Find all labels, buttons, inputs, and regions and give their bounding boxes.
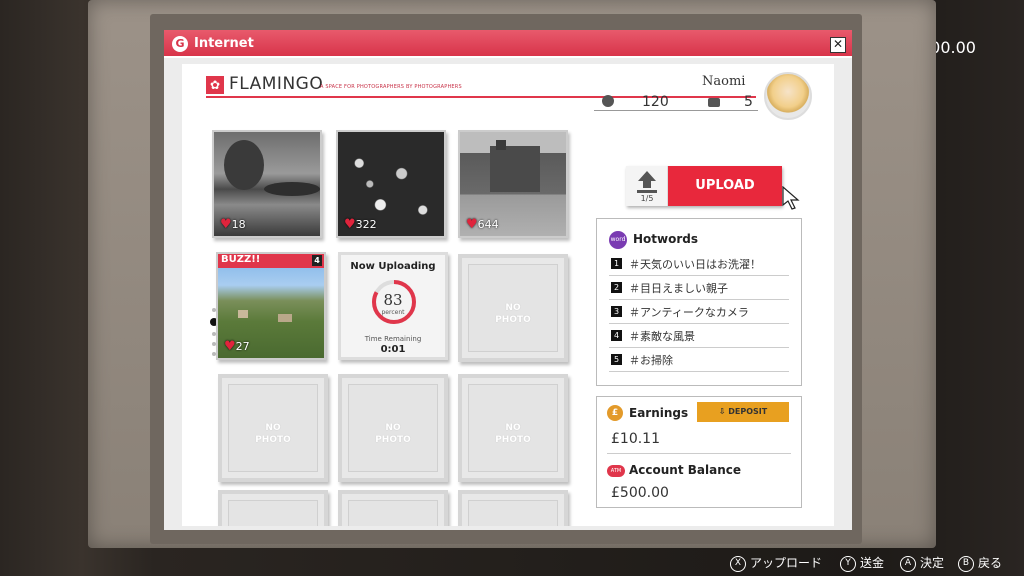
browser-window: G Internet ✕ ✿ FLAMINGO A SPACE FOR PHOT… xyxy=(164,30,852,530)
no-photo-label: NO PHOTO xyxy=(375,423,411,445)
flamingo-logo-icon: ✿ xyxy=(206,76,224,94)
upload-button[interactable]: UPLOAD xyxy=(668,166,782,206)
earnings-divider xyxy=(607,453,791,454)
window-titlebar: G Internet ✕ xyxy=(164,30,852,58)
percent-label: percent xyxy=(381,309,405,316)
photo-tile[interactable]: ♥18 xyxy=(212,130,322,238)
deposit-icon: ⇩ xyxy=(718,407,729,416)
help-send: Y 送金 xyxy=(840,554,884,572)
flamingo-page: ✿ FLAMINGO A SPACE FOR PHOTOGRAPHERS BY … xyxy=(182,64,834,526)
no-photo-label: NO PHOTO xyxy=(495,303,531,325)
a-button-icon: A xyxy=(900,555,916,572)
hotword-item[interactable]: 4 ＃素敵な風景 xyxy=(609,324,789,348)
hotwords-icon: word xyxy=(609,231,627,249)
close-button[interactable]: ✕ xyxy=(830,37,846,53)
earnings-panel: £ Earnings ⇩ DEPOSIT £10.11 ATM Account … xyxy=(596,396,802,508)
likes-count: ♥322 xyxy=(344,217,377,232)
help-upload: X アップロード xyxy=(730,554,822,572)
uploading-tile: Now Uploading 83 percent Time Remaining … xyxy=(338,252,448,360)
hotword-item[interactable]: 2 ＃目日えましい親子 xyxy=(609,276,789,300)
avatar[interactable] xyxy=(764,72,812,120)
earnings-value: £10.11 xyxy=(611,431,660,447)
buzz-banner: BUZZ!! 4 xyxy=(218,254,324,268)
likes-count: ♥644 xyxy=(466,217,499,232)
likes-count: ♥18 xyxy=(220,217,246,232)
empty-photo-slot[interactable]: NO PHOTO xyxy=(338,374,448,482)
hotwords-panel: word Hotwords 1 ＃天気のいい日はお洗濯！ 2 ＃目日えましい親子 3… xyxy=(596,218,802,386)
site-name: FLAMINGO xyxy=(229,74,324,94)
no-photo-label: NO PHOTO xyxy=(495,423,531,445)
help-back: B 戻る xyxy=(958,554,1002,572)
upload-control: 1/5 UPLOAD xyxy=(626,166,782,206)
empty-photo-slot[interactable] xyxy=(218,490,328,526)
heart-icon: ♥ xyxy=(224,339,236,354)
camera-icon xyxy=(708,98,720,107)
upload-percent: 83 xyxy=(383,291,403,309)
y-button-icon: Y xyxy=(840,555,856,572)
empty-photo-slot[interactable]: NO PHOTO xyxy=(458,374,568,482)
header-divider xyxy=(206,96,756,98)
photo-tile[interactable]: ♥322 xyxy=(336,130,446,238)
deposit-button[interactable]: ⇩ DEPOSIT xyxy=(697,402,789,422)
uploading-title: Now Uploading xyxy=(350,261,436,272)
user-name: Naomi xyxy=(702,74,746,89)
photos-count: 5 xyxy=(744,94,753,110)
account-balance-value: £500.00 xyxy=(611,485,669,501)
hotword-item[interactable]: 1 ＃天気のいい日はお洗濯！ xyxy=(609,252,789,276)
atm-icon: ATM xyxy=(607,465,625,477)
hotword-item[interactable]: 3 ＃アンティークなカメラ xyxy=(609,300,789,324)
cursor-icon xyxy=(782,186,800,210)
followers-count: 120 xyxy=(642,94,669,110)
help-confirm: A 決定 xyxy=(900,554,944,572)
followers-icon xyxy=(602,95,614,107)
empty-photo-slot[interactable]: NO PHOTO xyxy=(218,374,328,482)
account-balance-title: Account Balance xyxy=(629,463,742,477)
stats-divider xyxy=(594,110,758,111)
empty-photo-slot[interactable] xyxy=(338,490,448,526)
empty-photo-slot[interactable]: NO PHOTO xyxy=(458,254,568,362)
hotwords-title: Hotwords xyxy=(633,232,699,246)
heart-icon: ♥ xyxy=(220,217,232,232)
x-button-icon: X xyxy=(730,555,746,572)
likes-count: ♥27 xyxy=(224,339,250,354)
hotword-item[interactable]: 5 ＃お掃除 xyxy=(609,348,789,372)
site-tagline: A SPACE FOR PHOTOGRAPHERS BY PHOTOGRAPHE… xyxy=(320,84,462,90)
time-remaining-value: 0:01 xyxy=(380,344,406,355)
upload-count: 1/5 xyxy=(640,194,654,203)
coin-icon: £ xyxy=(607,405,623,421)
empty-photo-slot[interactable] xyxy=(458,490,568,526)
browser-logo-icon: G xyxy=(172,36,188,52)
photo-tile[interactable]: ♥644 xyxy=(458,130,568,238)
heart-icon: ♥ xyxy=(344,217,356,232)
buzz-photo-tile[interactable]: BUZZ!! 4 ♥27 xyxy=(216,252,326,360)
b-button-icon: B xyxy=(958,555,974,572)
window-title: Internet xyxy=(194,36,254,51)
time-remaining-label: Time Remaining xyxy=(364,335,422,343)
heart-icon: ♥ xyxy=(466,217,478,232)
buzz-count: 4 xyxy=(312,255,322,266)
no-photo-label: NO PHOTO xyxy=(255,423,291,445)
earnings-title: Earnings xyxy=(629,406,689,420)
